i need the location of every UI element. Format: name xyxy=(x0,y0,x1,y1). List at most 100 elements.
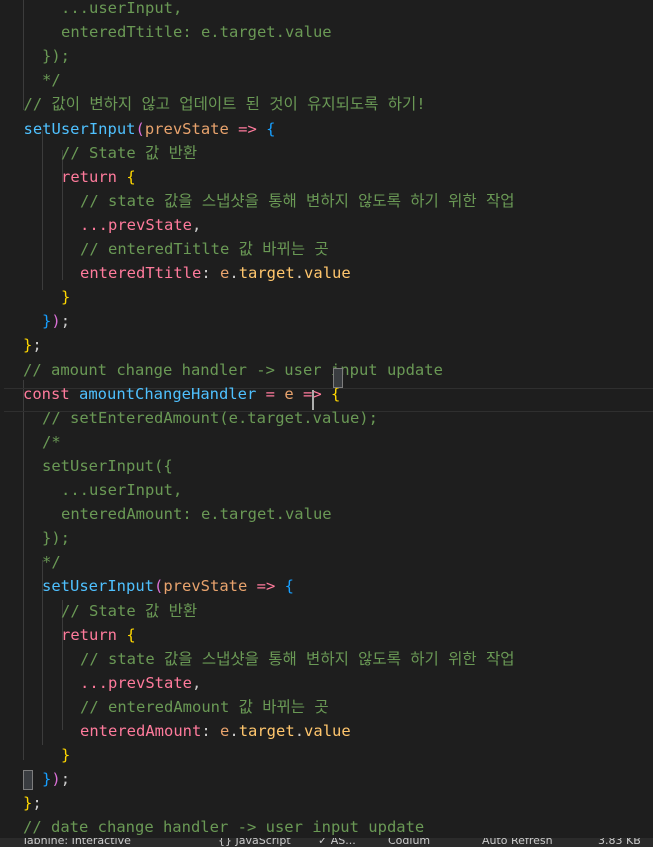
status-file-size: 3.83 KB xyxy=(598,838,641,847)
code-token: . xyxy=(294,264,305,283)
code-line: // state 값을 스냅샷을 통해 변하지 않도록 하기 위한 작업 xyxy=(0,189,653,213)
code-editor[interactable]: ...userInput, enteredTtitle: e.target.val… xyxy=(0,0,653,838)
code-line: setUserInput(prevState => { xyxy=(0,574,653,598)
code-token: // enteredAmount 값 바뀌는 곳 xyxy=(80,697,329,716)
code-token: } xyxy=(23,336,33,355)
code-line: }); xyxy=(0,309,653,333)
code-token: target xyxy=(238,264,295,283)
bracket-match-highlight xyxy=(23,770,33,790)
code-line: /* xyxy=(0,430,653,454)
status-lint[interactable]: ✓ AS... xyxy=(318,838,356,847)
code-line: // state 값을 스냅샷을 통해 변하지 않도록 하기 위한 작업 xyxy=(0,647,653,671)
code-line: setUserInput(prevState => { xyxy=(0,117,653,141)
code-token: // enteredTitlte 값 바뀌는 곳 xyxy=(80,240,329,258)
code-token: // 값이 변하지 않고 업데이트 된 것이 유지되도록 하기! xyxy=(23,95,426,114)
code-token: enteredAmount: e.target.value xyxy=(61,505,332,524)
code-token: enteredTtitle: e.target.value xyxy=(61,23,332,42)
code-token: }); xyxy=(42,529,70,548)
code-line: const amountChangeHandler = e => { xyxy=(0,382,653,406)
code-token: value xyxy=(304,722,351,740)
code-token: { xyxy=(284,577,294,596)
code-line: ...userInput, xyxy=(0,0,653,20)
code-line: // State 값 반환 xyxy=(0,141,653,165)
code-token: // state 값을 스냅샷을 통해 변하지 않도록 하기 위한 작업 xyxy=(80,191,515,210)
code-line: // 값이 변하지 않고 업데이트 된 것이 유지되도록 하기! xyxy=(0,92,653,116)
code-token: ) xyxy=(51,770,61,789)
code-line: // amount change handler -> user input u… xyxy=(0,358,653,382)
code-line: }; xyxy=(0,333,653,357)
code-token: value xyxy=(304,264,351,283)
code-token: . xyxy=(294,722,305,740)
code-token: prevState xyxy=(163,577,248,596)
code-token: } xyxy=(42,312,52,331)
code-line: }); xyxy=(0,44,653,68)
code-token: const xyxy=(23,384,79,403)
code-line: ...prevState, xyxy=(0,671,653,695)
code-token: { xyxy=(266,119,276,138)
code-token: ...userInput, xyxy=(61,0,183,17)
code-token: ... xyxy=(80,215,108,234)
code-token: e xyxy=(220,264,230,283)
code-token: => xyxy=(228,119,267,138)
code-token: */ xyxy=(42,553,61,572)
code-token: ... xyxy=(80,673,108,692)
code-line: // setEnteredAmount(e.target.value); xyxy=(0,406,653,430)
code-token: amountChangeHandler xyxy=(79,384,257,403)
code-token: // state 값을 스냅샷을 통해 변하지 않도록 하기 위한 작업 xyxy=(80,649,515,668)
code-line: }; xyxy=(0,791,653,815)
code-token: prevState xyxy=(108,215,192,234)
code-line: }); xyxy=(0,767,653,791)
code-line: */ xyxy=(0,68,653,92)
code-token: target xyxy=(238,722,295,740)
code-line: enteredAmount: e.target.value xyxy=(0,502,653,526)
code-line: enteredTtitle: e.target.value xyxy=(0,20,653,44)
text-cursor xyxy=(312,390,314,410)
code-token: . xyxy=(229,722,239,740)
code-line: enteredTtitle: e.target.value xyxy=(0,261,653,285)
code-token: : xyxy=(201,722,220,740)
code-token: } xyxy=(61,288,71,307)
code-line: enteredAmount: e.target.value xyxy=(0,719,653,743)
code-token: ( xyxy=(135,119,145,138)
code-token: setUserInput xyxy=(23,119,136,138)
code-token: ) xyxy=(51,312,61,331)
code-token: ; xyxy=(60,312,71,331)
code-token: return xyxy=(61,625,127,644)
code-token: // amount change handler -> user input u… xyxy=(23,360,443,379)
code-line: return { xyxy=(0,623,653,647)
code-token: enteredAmount xyxy=(80,722,202,740)
code-token: } xyxy=(61,746,71,765)
status-auto-refresh[interactable]: Auto Refresh xyxy=(482,838,553,847)
code-token: }); xyxy=(42,47,70,66)
code-line: return { xyxy=(0,165,653,189)
code-token: // setEnteredAmount(e.target.value); xyxy=(42,408,378,427)
code-line: ...prevState, xyxy=(0,213,653,237)
code-line: } xyxy=(0,285,653,309)
code-line: setUserInput({ xyxy=(0,454,653,478)
code-token: { xyxy=(126,167,136,186)
code-token: ...userInput, xyxy=(61,481,183,499)
code-token: prevState xyxy=(108,673,192,692)
status-tabnine[interactable]: Tabnine: Interactive xyxy=(22,838,131,847)
status-bar: Tabnine: Interactive {} JavaScript ✓ AS.… xyxy=(0,838,653,847)
code-token: // date change handler -> user input upd… xyxy=(23,818,425,837)
code-token: e xyxy=(284,384,294,403)
bracket-match-highlight xyxy=(333,368,343,388)
code-token: prevState xyxy=(144,119,229,138)
code-line: // date change handler -> user input upd… xyxy=(0,815,653,838)
code-token: } xyxy=(23,794,33,813)
code-token: // State 값 반환 xyxy=(61,601,198,620)
code-token: => xyxy=(247,577,285,596)
code-token: setUserInput({ xyxy=(42,456,173,475)
code-token: , xyxy=(192,673,202,692)
code-line: // enteredTitlte 값 바뀌는 곳 xyxy=(0,237,653,261)
code-token: { xyxy=(126,625,136,644)
code-line: } xyxy=(0,743,653,767)
status-language-mode[interactable]: {} JavaScript xyxy=(218,838,291,847)
code-token: . xyxy=(229,264,239,283)
code-token: } xyxy=(42,770,52,789)
code-token: ( xyxy=(153,577,164,596)
code-line: // State 값 반환 xyxy=(0,599,653,623)
status-codium[interactable]: Codium xyxy=(388,838,430,847)
code-token: /* xyxy=(42,432,61,451)
